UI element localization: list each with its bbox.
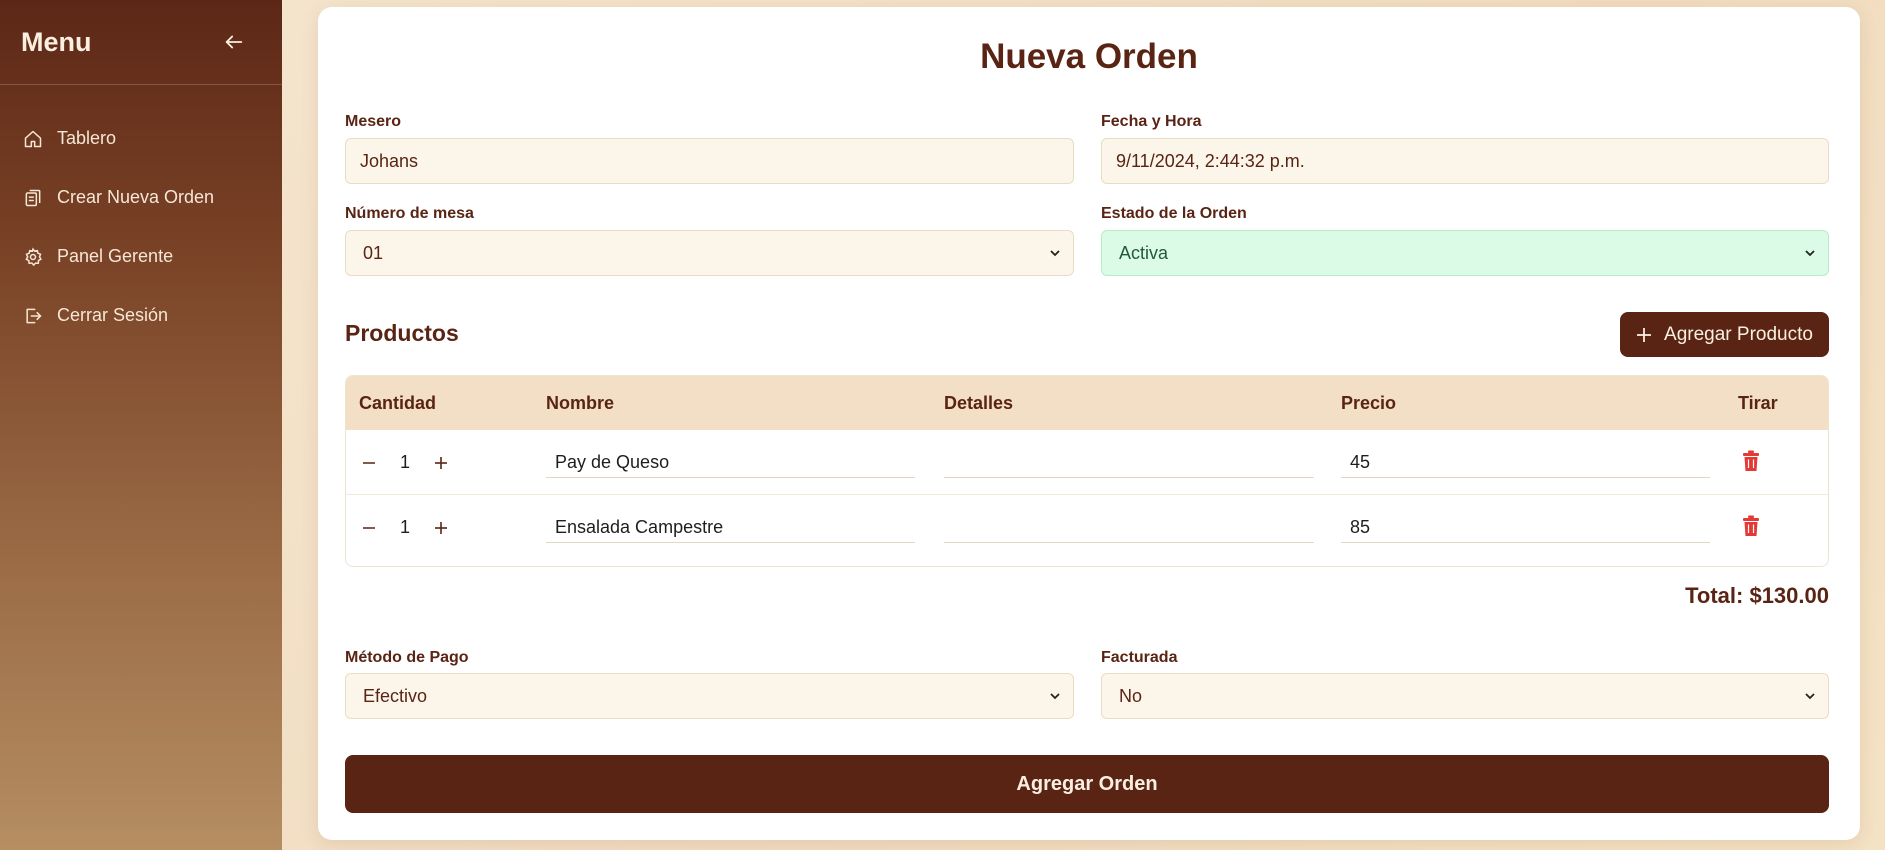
sidebar-nav: Tablero Crear Nueva Orden Panel Gerente … (0, 85, 282, 345)
minus-icon (363, 461, 375, 464)
sidebar-item-tablero[interactable]: Tablero (0, 109, 282, 168)
payment-method-value: Efectivo (363, 685, 428, 706)
sidebar-item-label: Panel Gerente (57, 246, 174, 266)
plus-icon (1636, 327, 1652, 343)
product-price-input[interactable]: 45 (1341, 448, 1710, 478)
datetime-field[interactable]: 9/11/2024, 2:44:32 p.m. (1101, 138, 1829, 184)
table-row: 1 Ensalada Campestre 85 (346, 495, 1828, 560)
plus-icon (435, 456, 447, 469)
product-name-input[interactable]: Ensalada Campestre (546, 513, 915, 543)
sidebar-item-cerrar-sesion[interactable]: Cerrar Sesión (0, 286, 282, 345)
trash-icon (1743, 450, 1759, 471)
product-price-input[interactable]: 85 (1341, 513, 1710, 543)
datetime-label: Fecha y Hora (1101, 113, 1202, 130)
order-status-select[interactable]: Activa (1101, 230, 1829, 276)
page-title: Nueva Orden (980, 37, 1198, 76)
column-header-cantidad: Cantidad (359, 393, 437, 413)
gear-icon (22, 246, 44, 268)
invoiced-label: Facturada (1101, 649, 1178, 666)
delete-product-button[interactable] (1742, 450, 1760, 472)
home-icon (22, 128, 44, 150)
invoiced-value: No (1119, 685, 1143, 706)
payment-method-select[interactable]: Efectivo (345, 673, 1074, 719)
order-status-value: Activa (1119, 242, 1169, 263)
waiter-value: Johans (360, 150, 419, 171)
waiter-field[interactable]: Johans (345, 138, 1074, 184)
product-name-input[interactable]: Pay de Queso (546, 448, 915, 478)
sidebar-item-label: Crear Nueva Orden (57, 187, 215, 207)
column-header-tirar: Tirar (1738, 393, 1778, 413)
plus-icon (435, 521, 447, 534)
add-product-button[interactable]: Agregar Producto (1620, 312, 1829, 357)
order-total: Total: $130.00 (1685, 583, 1829, 608)
datetime-value: 9/11/2024, 2:44:32 p.m. (1116, 150, 1305, 171)
minus-icon (363, 526, 375, 529)
sidebar-title: Menu (21, 26, 92, 57)
add-product-label: Agregar Producto (1664, 323, 1813, 345)
order-status-label: Estado de la Orden (1101, 205, 1247, 222)
quantity-stepper: 1 (360, 452, 450, 473)
table-header: Cantidad Nombre Detalles Precio Tirar (346, 376, 1828, 430)
decrease-quantity-button[interactable] (360, 454, 378, 472)
table-number-select[interactable]: 01 (345, 230, 1074, 276)
add-order-label: Agregar Orden (1016, 772, 1158, 795)
column-header-precio: Precio (1341, 393, 1397, 413)
sidebar-item-label: Tablero (57, 128, 117, 148)
chevron-down-icon (1804, 689, 1818, 703)
table-number-value: 01 (363, 242, 384, 263)
collapse-sidebar-button[interactable] (220, 28, 248, 56)
chevron-down-icon (1049, 246, 1063, 260)
order-card: Nueva Orden Mesero Johans Fecha y Hora 9… (318, 7, 1860, 840)
invoiced-select[interactable]: No (1101, 673, 1829, 719)
increase-quantity-button[interactable] (432, 519, 450, 537)
add-order-button[interactable]: Agregar Orden (345, 755, 1829, 813)
quantity-value: 1 (399, 452, 410, 472)
column-header-nombre: Nombre (546, 393, 615, 413)
increase-quantity-button[interactable] (432, 454, 450, 472)
chevron-down-icon (1049, 689, 1063, 703)
product-details-input[interactable] (944, 448, 1314, 478)
quantity-stepper: 1 (360, 517, 450, 538)
payment-method-label: Método de Pago (345, 649, 469, 666)
sidebar: Menu Tablero Crear Nueva Orden Panel Ger… (0, 0, 282, 850)
delete-product-button[interactable] (1742, 515, 1760, 537)
trash-icon (1743, 515, 1759, 536)
arrow-left-icon (225, 35, 243, 49)
chevron-down-icon (1804, 246, 1818, 260)
product-details-input[interactable] (944, 513, 1314, 543)
table-number-label: Número de mesa (345, 205, 474, 222)
logout-icon (22, 305, 44, 327)
products-section-title: Productos (345, 320, 459, 346)
decrease-quantity-button[interactable] (360, 519, 378, 537)
clipboard-icon (22, 187, 44, 209)
sidebar-item-label: Cerrar Sesión (57, 305, 169, 325)
quantity-value: 1 (399, 517, 410, 537)
sidebar-item-crear-nueva-orden[interactable]: Crear Nueva Orden (0, 168, 282, 227)
products-table: Cantidad Nombre Detalles Precio Tirar 1 … (345, 375, 1829, 567)
sidebar-item-panel-gerente[interactable]: Panel Gerente (0, 227, 282, 286)
column-header-detalles: Detalles (944, 393, 1014, 413)
table-row: 1 Pay de Queso 45 (346, 430, 1828, 495)
waiter-label: Mesero (345, 113, 402, 130)
sidebar-header: Menu (0, 0, 282, 85)
